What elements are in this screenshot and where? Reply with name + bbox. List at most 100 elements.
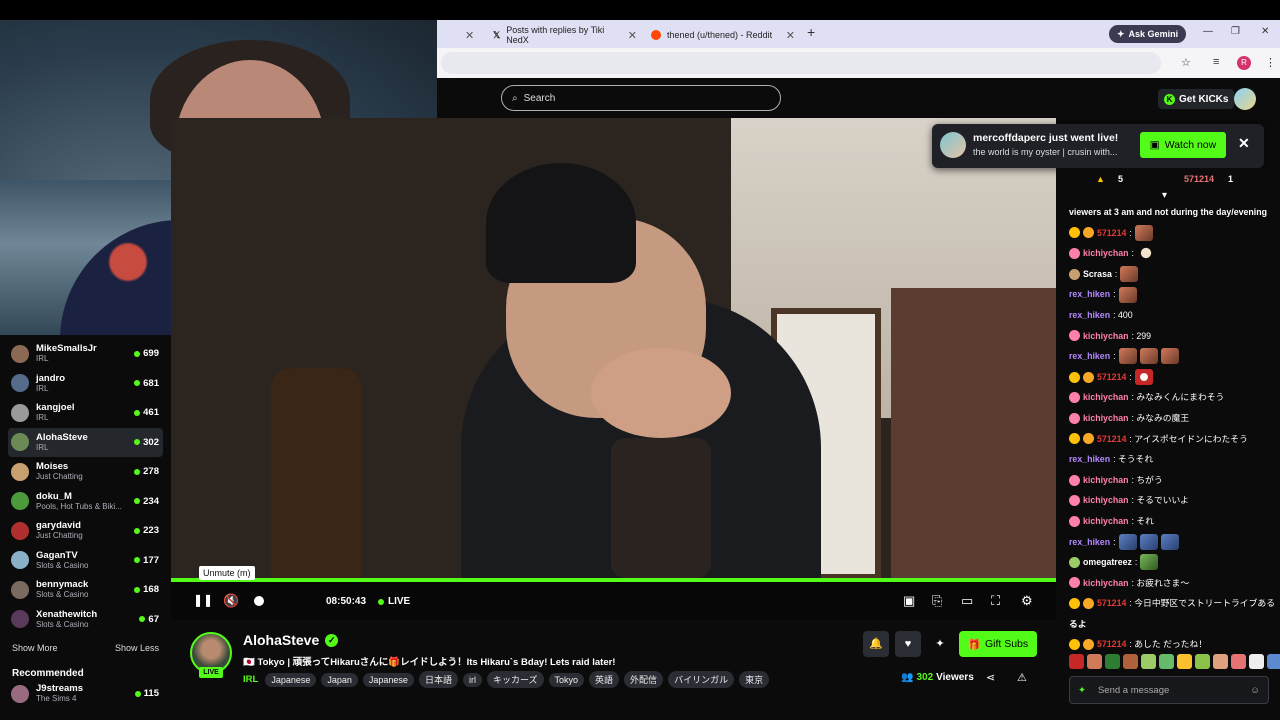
chat-username[interactable]: kichiychan bbox=[1083, 490, 1128, 511]
chat-username[interactable]: kichiychan bbox=[1083, 511, 1128, 532]
clip-icon[interactable]: ⎘ bbox=[932, 593, 942, 609]
chat-username[interactable]: rex_hiken bbox=[1069, 284, 1110, 305]
chat-username[interactable]: rex_hiken bbox=[1069, 532, 1110, 553]
sidebar-channel-moises[interactable]: Moises Just Chatting 278 bbox=[8, 457, 163, 486]
chat-username[interactable]: 571214 bbox=[1097, 367, 1126, 388]
chat-text: : そうそれ bbox=[1113, 454, 1154, 465]
fullscreen-icon[interactable]: ⛶ bbox=[991, 593, 1000, 609]
emote-shortcut[interactable] bbox=[1141, 654, 1156, 669]
close-notification-button[interactable]: ✕ bbox=[1238, 135, 1250, 152]
chat-username[interactable]: kichiychan bbox=[1083, 243, 1128, 264]
bookmark-star-icon[interactable]: ☆ bbox=[1181, 56, 1191, 69]
stream-tag[interactable]: Japanese bbox=[362, 672, 414, 687]
clip-sparkle-button[interactable]: ✦ bbox=[927, 631, 953, 657]
category-link[interactable]: IRL bbox=[243, 674, 258, 685]
chat-username[interactable]: Scrasa bbox=[1083, 264, 1112, 285]
watch-now-button[interactable]: ▣ Watch now bbox=[1140, 132, 1226, 158]
chat-username[interactable]: rex_hiken bbox=[1069, 305, 1110, 326]
emote-shortcut[interactable] bbox=[1195, 654, 1210, 669]
pause-icon[interactable]: ❚❚ bbox=[193, 593, 213, 607]
tab-posts-with-replies[interactable]: 𝕏 Posts with replies by Tiki NedX ✕ bbox=[485, 24, 645, 46]
emote-shortcut[interactable] bbox=[1177, 654, 1192, 669]
url-field[interactable] bbox=[441, 52, 1161, 74]
new-tab-button[interactable]: + bbox=[807, 24, 815, 40]
follow-heart-button[interactable]: ♥ bbox=[895, 631, 921, 657]
notification-bell-button[interactable]: 🔔 bbox=[863, 631, 889, 657]
gift-subs-button[interactable]: 🎁 Gift Subs bbox=[959, 631, 1037, 657]
media-controls-icon[interactable]: ≡ bbox=[1213, 56, 1219, 68]
emote-shortcut[interactable] bbox=[1087, 654, 1102, 669]
reddit-icon bbox=[651, 30, 661, 40]
muted-speaker-icon[interactable]: 🔇 bbox=[223, 593, 239, 609]
crown-badge-icon bbox=[1069, 598, 1080, 610]
scroll-down-chevron-icon[interactable]: ▾ bbox=[1162, 190, 1167, 201]
chat-username[interactable]: 571214 bbox=[1097, 634, 1126, 655]
emoji-icon[interactable]: ☺ bbox=[1250, 685, 1260, 696]
emote-shortcut[interactable] bbox=[1069, 654, 1084, 669]
chat-username[interactable]: rex_hiken bbox=[1069, 346, 1110, 367]
sidebar-channel-gagantv[interactable]: GaganTV Slots & Casino 177 bbox=[8, 546, 163, 575]
chat-username[interactable]: omegatreez bbox=[1083, 552, 1132, 573]
share-icon[interactable]: ⋖ bbox=[986, 671, 995, 684]
chat-username[interactable]: 571214 bbox=[1097, 429, 1126, 450]
sidebar-channel-bennymack[interactable]: bennymack Slots & Casino 168 bbox=[8, 575, 163, 604]
chat-username[interactable]: kichiychan bbox=[1083, 408, 1128, 429]
notification-avatar[interactable] bbox=[940, 132, 966, 158]
sidebar-channel-kangjoel[interactable]: kangjoel IRL 461 bbox=[8, 398, 163, 427]
sidebar-channel-mikesmallsjr[interactable]: MikeSmallsJr IRL 699 bbox=[8, 339, 163, 368]
chat-username[interactable]: rex_hiken bbox=[1069, 449, 1110, 470]
sidebar-channel-jandro[interactable]: jandro IRL 681 bbox=[8, 369, 163, 398]
stream-tag[interactable]: バイリンガル bbox=[668, 671, 735, 688]
profile-avatar[interactable]: R bbox=[1237, 56, 1251, 70]
chat-username[interactable]: 571214 bbox=[1097, 223, 1126, 244]
sidebar-channel-garydavid[interactable]: garydavid Just Chatting 223 bbox=[8, 516, 163, 545]
user-avatar[interactable] bbox=[1234, 88, 1256, 110]
stream-tag[interactable]: 英語 bbox=[589, 671, 620, 688]
tab-close-icon[interactable]: ✕ bbox=[457, 24, 482, 46]
stream-tag[interactable]: 外配信 bbox=[624, 671, 664, 688]
sidebar-channel-xenathewitch[interactable]: Xenathewitch Slots & Casino 67 bbox=[8, 605, 163, 634]
emote-shortcut[interactable] bbox=[1123, 654, 1138, 669]
stream-tag[interactable]: Japan bbox=[321, 672, 358, 687]
emote-shortcut[interactable] bbox=[1267, 654, 1280, 669]
video-player[interactable] bbox=[171, 118, 1056, 580]
stream-tag[interactable]: キッカーズ bbox=[486, 671, 544, 688]
chat-username[interactable]: kichiychan bbox=[1083, 326, 1128, 347]
chat-input[interactable]: ✦ Send a message ☺ bbox=[1069, 676, 1269, 704]
streamer-name[interactable]: AlohaSteve bbox=[243, 632, 319, 648]
stream-tag[interactable]: 東京 bbox=[739, 671, 770, 688]
tab-reddit[interactable]: thened (u/thened) - Reddit ✕ bbox=[643, 24, 803, 46]
settings-gear-icon[interactable]: ⚙ bbox=[1021, 593, 1033, 609]
browser-menu-icon[interactable]: ⋮ bbox=[1265, 56, 1276, 69]
miniplayer-icon[interactable]: ▣ bbox=[903, 593, 915, 609]
sidebar-channel-alohasteve[interactable]: AlohaSteve IRL 302 bbox=[8, 427, 163, 457]
stream-tag[interactable]: 日本語 bbox=[418, 671, 458, 688]
emote-shortcut[interactable] bbox=[1159, 654, 1174, 669]
search-input[interactable]: ⌕ Search bbox=[501, 85, 781, 111]
stream-tag[interactable]: irl bbox=[462, 672, 482, 687]
volume-slider-knob[interactable] bbox=[254, 596, 264, 606]
theater-mode-icon[interactable]: ▭ bbox=[961, 593, 973, 609]
emote-shortcut[interactable] bbox=[1213, 654, 1228, 669]
minimize-button[interactable]: — bbox=[1203, 26, 1213, 37]
close-window-button[interactable]: ✕ bbox=[1261, 26, 1269, 37]
show-more-button[interactable]: Show More bbox=[12, 643, 58, 653]
show-less-button[interactable]: Show Less bbox=[115, 643, 159, 653]
restore-button[interactable]: ❐ bbox=[1231, 26, 1240, 37]
emote-shortcut[interactable] bbox=[1231, 654, 1246, 669]
stream-tag[interactable]: Japanese bbox=[265, 672, 317, 687]
chat-username[interactable]: kichiychan bbox=[1083, 470, 1128, 491]
stream-tag[interactable]: Tokyo bbox=[548, 672, 585, 687]
ask-gemini-button[interactable]: ✦ Ask Gemini bbox=[1109, 25, 1187, 43]
sidebar-channel-j9streams[interactable]: J9streams The Sims 4 115 bbox=[8, 679, 163, 708]
emote-shortcut[interactable] bbox=[1249, 654, 1264, 669]
close-icon[interactable]: ✕ bbox=[628, 29, 637, 42]
close-icon[interactable]: ✕ bbox=[786, 29, 795, 42]
chat-username[interactable]: kichiychan bbox=[1083, 573, 1128, 594]
sidebar-channel-doku_m[interactable]: doku_M Pools, Hot Tubs & Biki... 234 bbox=[8, 487, 163, 516]
report-warning-icon[interactable]: ⚠ bbox=[1017, 671, 1027, 684]
emote-shortcut[interactable] bbox=[1105, 654, 1120, 669]
chat-username[interactable]: kichiychan bbox=[1083, 387, 1128, 408]
chat-username[interactable]: 571214 bbox=[1097, 593, 1126, 614]
get-kicks-button[interactable]: K Get KICKs bbox=[1158, 89, 1235, 109]
